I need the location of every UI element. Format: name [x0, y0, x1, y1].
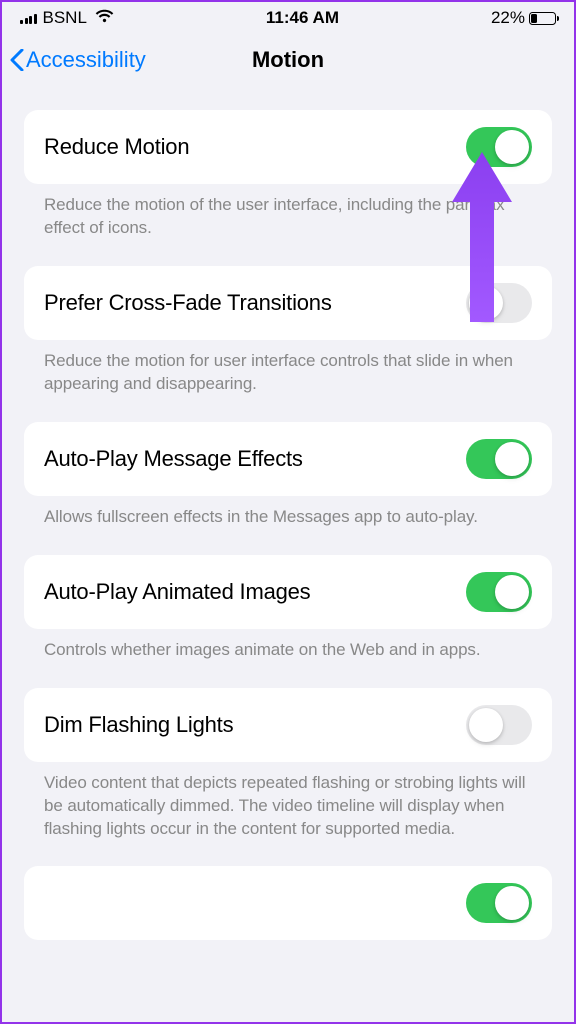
status-time: 11:46 AM [266, 8, 339, 28]
row-autoplay-images[interactable]: Auto-Play Animated Images [24, 555, 552, 629]
back-button[interactable]: Accessibility [10, 47, 146, 73]
status-left: BSNL [20, 8, 114, 28]
toggle-dim-flashing[interactable] [466, 705, 532, 745]
row-label [44, 890, 50, 916]
row-label: Prefer Cross-Fade Transitions [44, 290, 332, 316]
page-title: Motion [252, 47, 324, 73]
row-dim-flashing[interactable]: Dim Flashing Lights [24, 688, 552, 762]
signal-icon [20, 12, 37, 24]
row-autoplay-message[interactable]: Auto-Play Message Effects [24, 422, 552, 496]
row-footer: Reduce the motion for user interface con… [24, 340, 552, 422]
row-footer: Controls whether images animate on the W… [24, 629, 552, 688]
row-footer: Video content that depicts repeated flas… [24, 762, 552, 861]
nav-bar: Accessibility Motion [2, 30, 574, 90]
settings-list[interactable]: Reduce Motion Reduce the motion of the u… [2, 90, 574, 940]
toggle-cross-fade[interactable] [466, 283, 532, 323]
toggle-reduce-motion[interactable] [466, 127, 532, 167]
row-label: Reduce Motion [44, 134, 189, 160]
battery-icon [529, 12, 556, 25]
row-label: Dim Flashing Lights [44, 712, 233, 738]
toggle-autoplay-images[interactable] [466, 572, 532, 612]
row-label: Auto-Play Animated Images [44, 579, 310, 605]
row-footer: Allows fullscreen effects in the Message… [24, 496, 552, 555]
row-cross-fade[interactable]: Prefer Cross-Fade Transitions [24, 266, 552, 340]
back-label: Accessibility [26, 47, 146, 73]
battery-percent: 22% [491, 8, 525, 28]
toggle-partial[interactable] [466, 883, 532, 923]
row-reduce-motion[interactable]: Reduce Motion [24, 110, 552, 184]
row-footer: Reduce the motion of the user interface,… [24, 184, 552, 266]
row-label: Auto-Play Message Effects [44, 446, 303, 472]
chevron-left-icon [10, 49, 24, 71]
status-bar: BSNL 11:46 AM 22% [2, 2, 574, 30]
status-right: 22% [491, 8, 556, 28]
row-partial-next[interactable] [24, 866, 552, 940]
carrier-label: BSNL [43, 8, 87, 28]
toggle-autoplay-message[interactable] [466, 439, 532, 479]
wifi-icon [95, 8, 114, 28]
